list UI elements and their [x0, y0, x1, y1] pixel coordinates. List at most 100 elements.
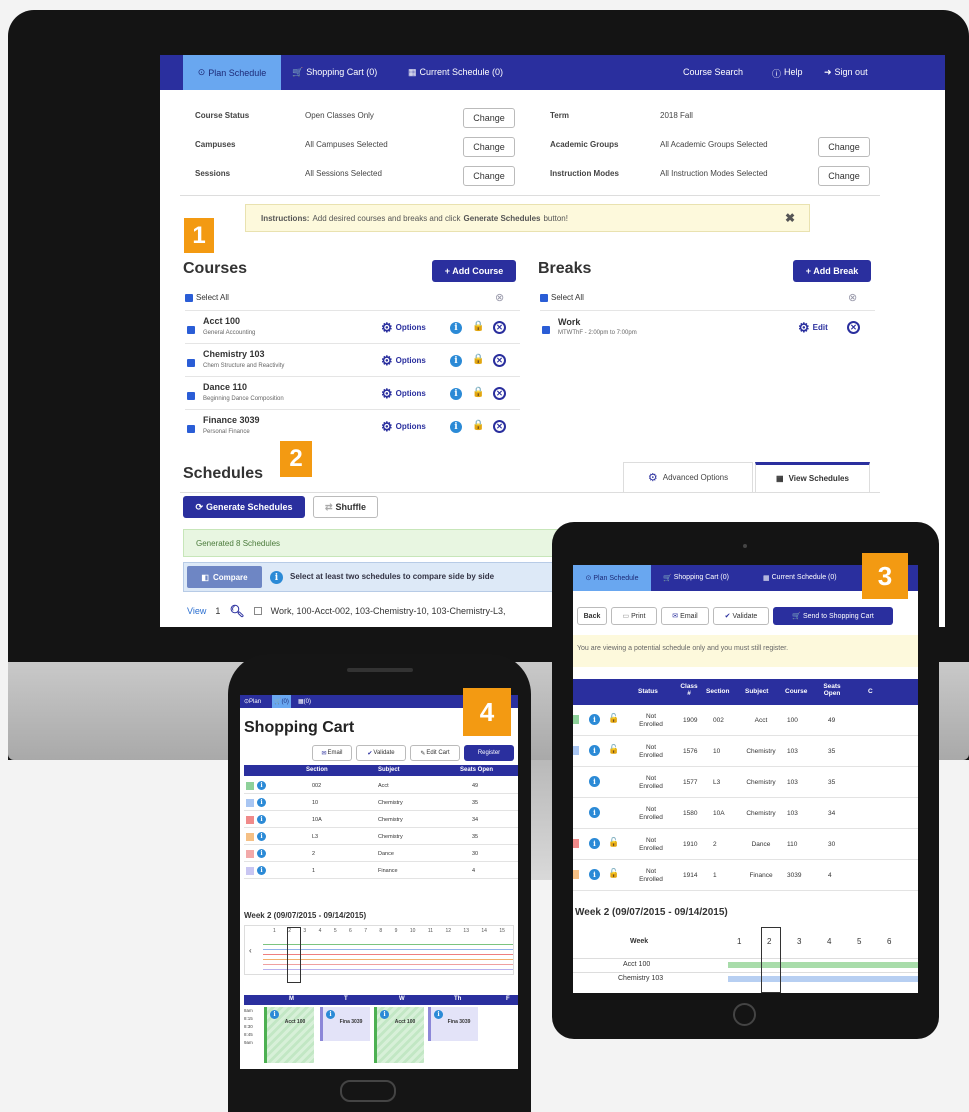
print-button[interactable]: ▭ Print	[611, 607, 657, 625]
lock-icon[interactable]: 🔒	[472, 321, 484, 332]
week-number[interactable]: 11	[428, 928, 433, 936]
email-button[interactable]: ✉ Email	[661, 607, 709, 625]
calendar-event[interactable]: i Acct 100	[264, 1007, 314, 1063]
info-icon[interactable]: i	[257, 798, 266, 807]
edit-cart-button[interactable]: ✎ Edit Cart	[410, 745, 460, 761]
change-modes-button[interactable]: Change	[818, 166, 870, 186]
tab-current-schedule[interactable]: ▦ Current Schedule (0)	[408, 67, 503, 78]
options-button[interactable]: ⚙ Options	[381, 354, 426, 367]
checkbox-icon[interactable]	[542, 326, 550, 334]
options-button[interactable]: ⚙ Options	[381, 420, 426, 433]
info-icon[interactable]: i	[257, 849, 266, 858]
generate-schedules-button[interactable]: ⟳ Generate Schedules	[183, 496, 305, 518]
info-icon[interactable]: i	[257, 781, 266, 790]
view-link[interactable]: View	[187, 606, 206, 616]
compare-button[interactable]: ◧ Compare	[187, 566, 262, 588]
edit-break-button[interactable]: ⚙ Edit	[798, 321, 828, 334]
shuffle-button[interactable]: ⇄ Shuffle	[313, 496, 378, 518]
week-number[interactable]: 7	[364, 928, 367, 936]
back-button[interactable]: Back	[577, 607, 607, 625]
week-number[interactable]: 1	[273, 928, 276, 936]
week-number[interactable]: 5	[857, 937, 861, 946]
change-status-button[interactable]: Change	[463, 108, 515, 128]
change-sessions-button[interactable]: Change	[463, 166, 515, 186]
week-number[interactable]: 6	[887, 937, 891, 946]
lock-icon[interactable]: 🔓	[608, 837, 619, 848]
remove-icon[interactable]: ✕	[493, 420, 506, 433]
week-number[interactable]: 5	[334, 928, 337, 936]
week-number[interactable]: 15	[499, 928, 505, 936]
phone-home-button[interactable]	[340, 1080, 396, 1102]
calendar-event[interactable]: i Acct 100	[374, 1007, 424, 1063]
lock-icon[interactable]: 🔒	[472, 354, 484, 365]
lock-icon[interactable]: 🔒	[472, 387, 484, 398]
info-icon[interactable]: i	[589, 807, 600, 818]
courses-select-all[interactable]: Select All	[185, 293, 229, 302]
info-icon[interactable]: i	[450, 421, 462, 433]
remove-icon[interactable]: ✕	[493, 354, 506, 367]
info-icon[interactable]: i	[589, 776, 600, 787]
lock-icon[interactable]: 🔒	[472, 420, 484, 431]
week-number[interactable]: 6	[349, 928, 352, 936]
help-link[interactable]: ⓘ Help	[772, 67, 803, 80]
validate-button[interactable]: ✔ Validate	[713, 607, 769, 625]
lock-icon[interactable]: 🔓	[608, 868, 619, 879]
info-icon[interactable]: i	[450, 355, 462, 367]
remove-icon[interactable]: ✕	[847, 321, 860, 334]
checkbox-icon[interactable]	[187, 392, 195, 400]
week-number[interactable]: 8	[379, 928, 382, 936]
week-number[interactable]: 10	[410, 928, 416, 936]
schedule-checkbox[interactable]	[253, 607, 262, 615]
week-number[interactable]: 13	[463, 928, 469, 936]
info-icon[interactable]: i	[257, 815, 266, 824]
tab-shopping-cart[interactable]: 🛒 Shopping Cart (0)	[663, 574, 729, 582]
tab-plan-schedule[interactable]: ⊙ Plan Schedule	[573, 565, 651, 591]
magnify-icon[interactable]: 🔍︎	[229, 604, 244, 618]
lock-icon[interactable]: 🔓	[608, 713, 619, 724]
calendar-event[interactable]: i Fina 3039	[320, 1007, 370, 1041]
remove-icon[interactable]: ✕	[493, 387, 506, 400]
info-icon[interactable]: i	[589, 714, 600, 725]
tab-cart[interactable]: 🛒(0)	[272, 695, 291, 708]
calendar-event[interactable]: i Fina 3039	[428, 1007, 478, 1041]
tablet-home-button[interactable]	[733, 1003, 756, 1026]
email-button[interactable]: ✉ Email	[312, 745, 352, 761]
add-break-button[interactable]: + Add Break	[793, 260, 871, 282]
change-groups-button[interactable]: Change	[818, 137, 870, 157]
validate-button[interactable]: ✔ Validate	[356, 745, 406, 761]
week-number[interactable]: 4	[827, 937, 831, 946]
tab-current-schedule[interactable]: ▦ Current Schedule (0)	[763, 574, 837, 582]
week-number[interactable]: 3	[303, 928, 306, 936]
info-icon[interactable]: i	[450, 388, 462, 400]
info-icon[interactable]: i	[589, 838, 600, 849]
chevron-left-icon[interactable]: ‹	[249, 946, 252, 955]
info-icon[interactable]: i	[257, 832, 266, 841]
info-icon[interactable]: i	[450, 322, 462, 334]
checkbox-icon[interactable]	[187, 326, 195, 334]
send-to-cart-button[interactable]: 🛒 Send to Shopping Cart	[773, 607, 893, 625]
week-number[interactable]: 4	[319, 928, 322, 936]
course-search-link[interactable]: Course Search	[683, 67, 743, 77]
add-course-button[interactable]: + Add Course	[432, 260, 516, 282]
week-number[interactable]: 12	[445, 928, 451, 936]
signout-link[interactable]: ➜ Sign out	[824, 67, 868, 78]
week-number[interactable]: 1	[737, 937, 741, 946]
remove-icon[interactable]: ✕	[493, 321, 506, 334]
clear-courses-icon[interactable]: ⊗	[495, 291, 504, 304]
tab-plan-schedule[interactable]: ⊙ Plan Schedule	[183, 55, 281, 90]
info-icon[interactable]: i	[257, 866, 266, 875]
lock-icon[interactable]: 🔓	[608, 744, 619, 755]
options-button[interactable]: ⚙ Options	[381, 387, 426, 400]
tab-advanced-options[interactable]: ⚙ Advanced Options	[623, 462, 753, 492]
info-icon[interactable]: i	[589, 745, 600, 756]
clear-breaks-icon[interactable]: ⊗	[848, 291, 857, 304]
options-button[interactable]: ⚙ Options	[381, 321, 426, 334]
close-icon[interactable]: ✖	[785, 211, 795, 225]
tab-view-schedules[interactable]: ▦ View Schedules	[755, 462, 870, 492]
week-number[interactable]: 14	[481, 928, 487, 936]
tab-shopping-cart[interactable]: 🛒 Shopping Cart (0)	[292, 67, 377, 78]
week-number[interactable]: 9	[395, 928, 398, 936]
checkbox-icon[interactable]	[187, 359, 195, 367]
change-campuses-button[interactable]: Change	[463, 137, 515, 157]
info-icon[interactable]: i	[589, 869, 600, 880]
